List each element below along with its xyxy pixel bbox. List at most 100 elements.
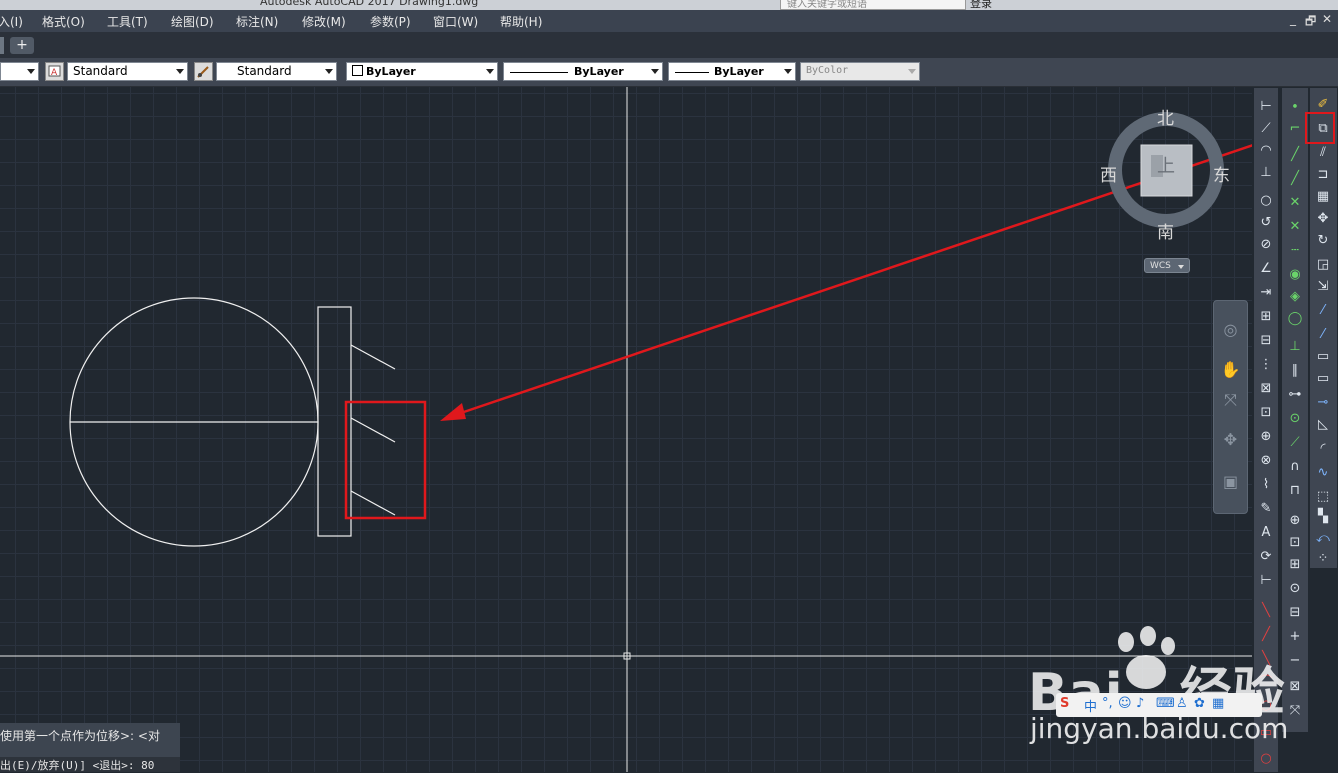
ime-tools-icon[interactable]: ▦ <box>1212 696 1224 711</box>
sogou-icon[interactable]: S <box>1060 696 1069 711</box>
continue-dim-icon[interactable]: ⊟ <box>1257 332 1275 350</box>
zoom-dynamic-icon[interactable]: ⊡ <box>1286 534 1304 552</box>
menu-parametric[interactable]: 参数(P) <box>370 13 411 30</box>
snap-midpoint-icon[interactable]: ╱ <box>1286 170 1304 188</box>
ime-punct-icon[interactable]: °, <box>1102 696 1113 711</box>
text-style-icon[interactable]: A <box>45 62 64 81</box>
explode-icon[interactable]: ⁘ <box>1314 550 1332 568</box>
snap-temporary-track-icon[interactable]: ∙ <box>1286 98 1304 116</box>
mirror-icon[interactable]: ⫽ <box>1314 144 1332 162</box>
menu-tools[interactable]: 工具(T) <box>107 13 148 30</box>
move-icon[interactable]: ✥ <box>1314 210 1332 228</box>
restore-button[interactable]: 🗗 <box>1305 12 1316 33</box>
snap-endpoint-icon[interactable]: ╱ <box>1286 146 1304 164</box>
dim-edit-icon[interactable]: ✎ <box>1257 500 1275 518</box>
drawing-slant-line-1[interactable] <box>350 344 396 370</box>
jogged-dim-icon[interactable]: ↺ <box>1257 214 1275 232</box>
dim-space-icon[interactable]: ⋮ <box>1257 356 1275 374</box>
baseline-dim-icon[interactable]: ⊞ <box>1257 308 1275 326</box>
edit-spline-icon[interactable]: ⤺ <box>1314 530 1332 548</box>
menu-draw[interactable]: 绘图(D) <box>171 13 214 30</box>
viewcube-west-label[interactable]: 西 <box>1100 161 1117 186</box>
line-tool-icon[interactable]: ╲ <box>1257 602 1275 620</box>
ime-voice-icon[interactable]: ♪ <box>1136 696 1144 711</box>
snap-intersection-icon[interactable]: ✕ <box>1286 194 1304 212</box>
snap-extension-icon[interactable]: ┄ <box>1286 242 1304 260</box>
arc-length-icon[interactable]: ◠ <box>1257 142 1275 160</box>
blend-curves-icon[interactable]: ∿ <box>1314 464 1332 482</box>
trim-icon[interactable]: ⁄ <box>1314 302 1332 320</box>
menu-insert[interactable]: 入(I) <box>0 13 23 30</box>
ime-user-icon[interactable]: ♙ <box>1176 696 1188 711</box>
dim-style-select[interactable]: Standard <box>216 62 337 81</box>
radius-dim-icon[interactable]: ○ <box>1257 192 1275 210</box>
lineweight-select[interactable]: ByLayer <box>668 62 796 81</box>
dim-style-icon[interactable] <box>194 62 213 81</box>
ordinate-dim-icon[interactable]: ⊥ <box>1257 164 1275 182</box>
menu-modify[interactable]: 修改(M) <box>302 13 346 30</box>
offset-icon[interactable]: ⊐ <box>1314 166 1332 184</box>
ime-keyboard-icon[interactable]: ⌨ <box>1156 696 1175 711</box>
annotation-scale-select[interactable] <box>0 62 39 81</box>
diameter-dim-icon[interactable]: ⊘ <box>1257 236 1275 254</box>
fillet-icon[interactable]: ◜ <box>1314 440 1332 458</box>
break-at-point-icon[interactable]: ▭ <box>1314 348 1332 366</box>
explode-3d-icon[interactable]: ⬚ <box>1314 488 1332 506</box>
angular-dim-icon[interactable]: ∠ <box>1257 260 1275 278</box>
minimize-button[interactable]: _ <box>1290 12 1296 26</box>
linear-dim-icon[interactable]: ⊢ <box>1257 98 1275 116</box>
edit-polyline-icon[interactable]: ▚ <box>1314 508 1332 526</box>
dim-style-tool-icon[interactable]: ⊢ <box>1257 572 1275 590</box>
dim-text-edit-icon[interactable]: A <box>1257 524 1275 542</box>
zoom-all-icon[interactable]: ⊠ <box>1286 678 1304 696</box>
text-style-select[interactable]: Standard <box>67 62 188 81</box>
snap-nearest-icon[interactable]: ⟋ <box>1286 434 1304 452</box>
menu-format[interactable]: 格式(O) <box>42 13 85 30</box>
linetype-select[interactable]: ByLayer <box>503 62 663 81</box>
close-button[interactable]: ✕ <box>1322 12 1332 26</box>
pan-hand-icon[interactable]: ✋ <box>1220 359 1241 380</box>
ime-emoji-icon[interactable]: ☺ <box>1118 696 1132 711</box>
ime-skin-icon[interactable]: ✿ <box>1194 696 1205 711</box>
zoom-object-icon[interactable]: ⊟ <box>1286 604 1304 622</box>
aligned-dim-icon[interactable]: ⟋ <box>1257 120 1275 138</box>
zoom-in-icon[interactable]: + <box>1286 628 1304 646</box>
rotate-icon[interactable]: ↻ <box>1314 232 1332 250</box>
snap-insert-icon[interactable]: ⊶ <box>1286 386 1304 404</box>
snap-apparent-intersection-icon[interactable]: ✕ <box>1286 218 1304 236</box>
viewcube-south-label[interactable]: 南 <box>1157 218 1174 243</box>
snap-tangent-icon[interactable]: ◯ <box>1286 310 1304 328</box>
break-icon[interactable]: ▭ <box>1314 370 1332 388</box>
scale-icon[interactable]: ◲ <box>1314 256 1332 274</box>
color-select[interactable]: ByLayer <box>346 62 498 81</box>
wcs-menu-button[interactable]: WCS <box>1144 258 1190 273</box>
stretch-icon[interactable]: ⇲ <box>1314 278 1332 296</box>
snap-node-icon[interactable]: ⊙ <box>1286 410 1304 428</box>
zoom-center-icon[interactable]: ⊙ <box>1286 580 1304 598</box>
steering-wheel-icon[interactable]: ◎ <box>1220 319 1241 340</box>
dim-break-icon[interactable]: ⊠ <box>1257 380 1275 398</box>
snap-from-icon[interactable]: ⌐ <box>1286 120 1304 138</box>
drawing-slant-line-3[interactable] <box>350 490 396 516</box>
join-icon[interactable]: ⊸ <box>1314 394 1332 412</box>
command-input[interactable]: 出(E)/放弃(U)] <退出>: 80 <box>0 757 180 772</box>
zoom-extents-icon[interactable]: ⤧ <box>1220 389 1241 410</box>
login-button[interactable]: 登录 <box>970 0 992 10</box>
jogged-linear-icon[interactable]: ⌇ <box>1257 476 1275 494</box>
viewcube-north-label[interactable]: 北 <box>1157 104 1174 129</box>
inspect-icon[interactable]: ⊗ <box>1257 452 1275 470</box>
quick-dim-icon[interactable]: ⇥ <box>1257 284 1275 302</box>
orbit-icon[interactable]: ✥ <box>1220 429 1241 450</box>
menu-window[interactable]: 窗口(W) <box>433 13 478 30</box>
dim-update-icon[interactable]: ⟳ <box>1257 548 1275 566</box>
zoom-extents-tool-icon[interactable]: ⤧ <box>1286 702 1304 720</box>
center-mark-icon[interactable]: ⊕ <box>1257 428 1275 446</box>
zoom-window-icon[interactable]: ⊕ <box>1286 512 1304 530</box>
viewcube-face-label[interactable]: 上 <box>1157 152 1175 178</box>
new-tab-button[interactable]: + <box>10 37 34 54</box>
menu-help[interactable]: 帮助(H) <box>500 13 542 30</box>
file-tab[interactable] <box>0 37 4 54</box>
ray-tool-icon[interactable]: ╱ <box>1257 626 1275 644</box>
snap-quadrant-icon[interactable]: ◈ <box>1286 288 1304 306</box>
showmotion-icon[interactable]: ▣ <box>1220 471 1241 492</box>
